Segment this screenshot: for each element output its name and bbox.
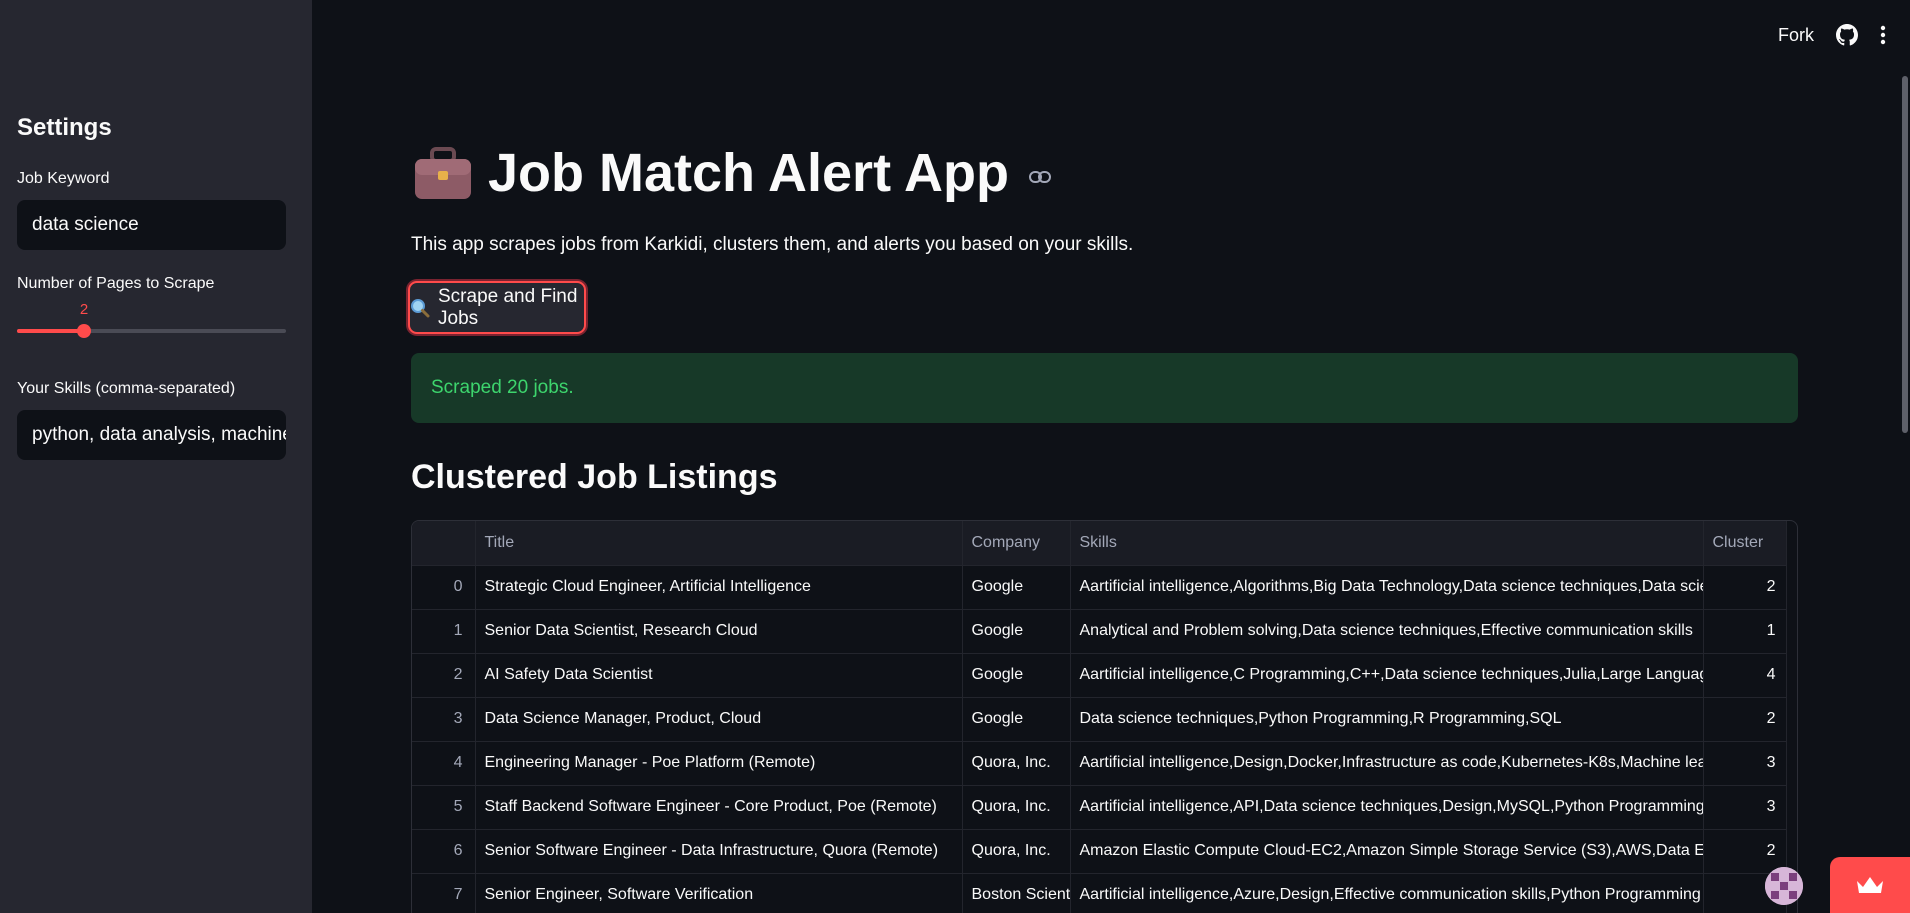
scrape-button[interactable]: Scrape and Find Jobs: [408, 281, 586, 334]
cell-title[interactable]: Senior Software Engineer - Data Infrastr…: [475, 829, 963, 874]
column-header-skills[interactable]: Skills: [1070, 521, 1704, 566]
cell-cluster[interactable]: 4: [1703, 653, 1787, 698]
magnifier-icon: [410, 298, 430, 318]
cell-title[interactable]: Senior Data Scientist, Research Cloud: [475, 609, 963, 654]
cell-index[interactable]: 5: [412, 785, 476, 830]
table-row[interactable]: 7 Senior Engineer, Software Verification B…: [412, 873, 1787, 913]
sidebar: Settings Job Keyword data science Number…: [0, 0, 312, 913]
cell-title[interactable]: Senior Engineer, Software Verification: [475, 873, 963, 913]
section-title: Clustered Job Listings: [411, 458, 778, 496]
cell-skills[interactable]: Analytical and Problem solving,Data scie…: [1070, 609, 1704, 654]
page-scrollbar[interactable]: [1902, 76, 1908, 433]
cell-company[interactable]: Google: [962, 653, 1071, 698]
table-row[interactable]: 1 Senior Data Scientist, Research Cloud Go…: [412, 609, 1787, 654]
table-body: 0 Strategic Cloud Engineer, Artificial In…: [412, 565, 1787, 913]
page-title-row: Job Match Alert App: [412, 142, 1052, 204]
link-icon[interactable]: [1029, 170, 1052, 184]
table-row[interactable]: 0 Strategic Cloud Engineer, Artificial In…: [412, 565, 1787, 610]
cell-cluster[interactable]: 2: [1703, 565, 1787, 610]
column-header-company[interactable]: Company: [962, 521, 1071, 566]
skills-label: Your Skills (comma-separated): [17, 380, 236, 397]
cell-skills[interactable]: Aartificial intelligence,Design,Docker,I…: [1070, 741, 1704, 786]
skills-input[interactable]: python, data analysis, machine learning: [17, 410, 286, 460]
cell-skills[interactable]: Aartificial intelligence,API,Data scienc…: [1070, 785, 1704, 830]
crown-icon: [1855, 875, 1885, 895]
cell-title[interactable]: Strategic Cloud Engineer, Artificial Int…: [475, 565, 963, 610]
cell-skills[interactable]: Aartificial intelligence,Algorithms,Big …: [1070, 565, 1704, 610]
cell-title[interactable]: Engineering Manager - Poe Platform (Remo…: [475, 741, 963, 786]
slider-value: 2: [79, 301, 89, 318]
cell-cluster[interactable]: 2: [1703, 697, 1787, 742]
cell-company[interactable]: Google: [962, 609, 1071, 654]
cell-company[interactable]: Google: [962, 565, 1071, 610]
app-root: Settings Job Keyword data science Number…: [0, 0, 1910, 913]
column-header-index[interactable]: [412, 521, 476, 566]
cell-index[interactable]: 7: [412, 873, 476, 913]
cell-index[interactable]: 0: [412, 565, 476, 610]
cell-index[interactable]: 6: [412, 829, 476, 874]
briefcase-icon: [412, 144, 474, 202]
cell-skills[interactable]: Aartificial intelligence,C Programming,C…: [1070, 653, 1704, 698]
cell-company[interactable]: Quora, Inc.: [962, 785, 1071, 830]
streamlit-crown-badge[interactable]: [1830, 857, 1910, 913]
cell-skills[interactable]: Aartificial intelligence,Azure,Design,Ef…: [1070, 873, 1704, 913]
cell-cluster[interactable]: 2: [1703, 829, 1787, 874]
cell-company[interactable]: Quora, Inc.: [962, 829, 1071, 874]
table-row[interactable]: 6 Senior Software Engineer - Data Infrast…: [412, 829, 1787, 874]
cell-index[interactable]: 1: [412, 609, 476, 654]
table-row[interactable]: 5 Staff Backend Software Engineer - Core …: [412, 785, 1787, 830]
slider-fill: [17, 329, 84, 333]
cell-cluster[interactable]: 3: [1703, 741, 1787, 786]
table-row[interactable]: 3 Data Science Manager, Product, Cloud Goo…: [412, 697, 1787, 742]
job-keyword-input[interactable]: data science: [17, 200, 286, 250]
cell-index[interactable]: 2: [412, 653, 476, 698]
pages-slider-label: Number of Pages to Scrape: [17, 275, 215, 292]
table-row[interactable]: 4 Engineering Manager - Poe Platform (Rem…: [412, 741, 1787, 786]
job-keyword-label: Job Keyword: [17, 170, 110, 187]
pages-slider[interactable]: 2: [17, 301, 286, 345]
cell-company[interactable]: Google: [962, 697, 1071, 742]
slider-thumb[interactable]: [77, 324, 91, 338]
jobs-table[interactable]: Title Company Skills Cluster 0 Strategic …: [411, 520, 1798, 913]
page-title: Job Match Alert App: [488, 143, 1010, 203]
cell-title[interactable]: Staff Backend Software Engineer - Core P…: [475, 785, 963, 830]
table-row[interactable]: 2 AI Safety Data Scientist Google Aartifici…: [412, 653, 1787, 698]
scrape-button-label: Scrape and Find Jobs: [438, 285, 578, 329]
main-content: Job Match Alert App This app scrapes job…: [312, 0, 1910, 913]
cell-cluster[interactable]: 1: [1703, 609, 1787, 654]
user-avatar[interactable]: [1765, 867, 1803, 905]
cell-title[interactable]: AI Safety Data Scientist: [475, 653, 963, 698]
table-header-row: Title Company Skills Cluster: [412, 521, 1787, 566]
cell-company[interactable]: Quora, Inc.: [962, 741, 1071, 786]
column-header-title[interactable]: Title: [475, 521, 963, 566]
cell-index[interactable]: 4: [412, 741, 476, 786]
sidebar-title: Settings: [17, 114, 112, 141]
cell-company[interactable]: Boston Scientific: [962, 873, 1071, 913]
column-header-cluster[interactable]: Cluster: [1703, 521, 1787, 566]
cell-title[interactable]: Data Science Manager, Product, Cloud: [475, 697, 963, 742]
cell-cluster[interactable]: 3: [1703, 785, 1787, 830]
cell-skills[interactable]: Amazon Elastic Compute Cloud-EC2,Amazon …: [1070, 829, 1704, 874]
cell-skills[interactable]: Data science techniques,Python Programmi…: [1070, 697, 1704, 742]
success-alert: Scraped 20 jobs.: [411, 353, 1798, 423]
app-description: This app scrapes jobs from Karkidi, clus…: [411, 234, 1134, 255]
cell-index[interactable]: 3: [412, 697, 476, 742]
